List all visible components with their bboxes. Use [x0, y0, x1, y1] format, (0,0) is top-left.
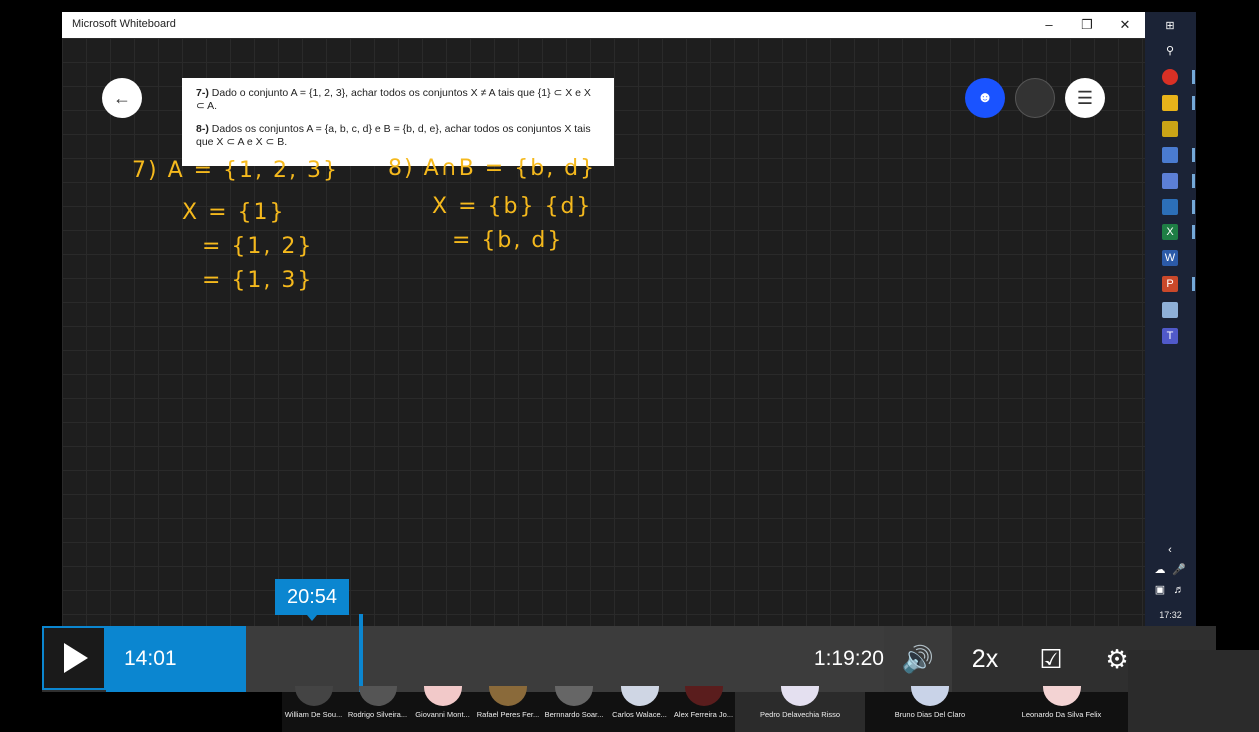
avatar — [620, 686, 659, 706]
handwriting-line: = {1, 3} — [202, 268, 314, 293]
chrome-icon[interactable] — [1162, 69, 1178, 85]
participant-tile[interactable]: Leonardo Da Silva Felix — [995, 686, 1128, 732]
participant-name: William De Sou... — [284, 710, 343, 719]
participant-tile[interactable]: William De Sou... — [282, 686, 345, 732]
problem-8-text: Dados os conjuntos A = {a, b, c, d} e B … — [196, 123, 591, 148]
participant-name: Pedro Delavechia Risso — [759, 710, 841, 719]
teams-icon[interactable]: T — [1162, 328, 1178, 344]
taskbar-clock[interactable]: 17:32 — [1145, 610, 1196, 620]
back-button[interactable]: ← — [102, 78, 142, 118]
avatar — [684, 686, 723, 706]
word-icon[interactable]: W — [1162, 250, 1178, 266]
chevron-left-icon[interactable]: ‹ — [1162, 542, 1178, 558]
handwriting-line: 7) A = {1, 2, 3} — [132, 158, 340, 183]
participant-tile[interactable]: Bruno Dias Del Claro — [865, 686, 995, 732]
network-icon[interactable]: ▣ — [1152, 582, 1168, 598]
problem-7-number: 7-) — [196, 87, 209, 99]
handwriting-line: 8) A∩B = {b, d} — [388, 156, 597, 181]
minimize-button[interactable]: – — [1030, 12, 1068, 38]
participant-name: Carlos Walace... — [612, 710, 667, 719]
cloud-icon[interactable]: ☁ — [1152, 562, 1168, 578]
avatar — [489, 686, 527, 706]
webcam-thumbnail — [1128, 650, 1259, 732]
arrow-left-icon: ← — [113, 88, 131, 108]
participant-tile[interactable]: Giovanni Mont... — [410, 686, 475, 732]
current-time: 14:01 — [106, 626, 246, 692]
play-button[interactable] — [42, 626, 106, 690]
cast-icon: ☑ — [1039, 644, 1063, 674]
problem-card[interactable]: 7-) Dado o conjunto A = {1, 2, 3}, achar… — [182, 78, 614, 166]
participant-name: Giovanni Mont... — [415, 710, 470, 719]
participant-tile[interactable]: Bernnardo Soar... — [541, 686, 607, 732]
document-icon[interactable] — [1162, 302, 1178, 318]
handwriting-line: = {b, d} — [452, 228, 564, 253]
taskbar: ⊞ ⚲ X W P T ‹ ☁ 🎤 ▣ ♬ 17:32 — [1145, 12, 1196, 630]
gear-icon: ⚙ — [1105, 644, 1129, 674]
avatar — [358, 686, 397, 706]
lock-icon[interactable] — [1162, 121, 1178, 137]
hamburger-icon: ☰ — [1076, 88, 1094, 108]
title-bar: Microsoft Whiteboard – ❐ ✕ — [62, 12, 1145, 38]
menu-button[interactable]: ☰ — [1065, 78, 1105, 118]
avatar — [781, 686, 819, 706]
avatar — [911, 686, 949, 706]
participant-name: Rafael Peres Fer... — [476, 710, 540, 719]
player-controls: 14:01 1:19:20 🔊 2x ☑ ⚙ ⤢ — [42, 614, 1216, 692]
seek-tooltip: 20:54 — [275, 579, 349, 621]
participant-tile[interactable]: Alex Ferreira Jo... — [672, 686, 735, 732]
speed-button[interactable]: 2x — [952, 626, 1018, 692]
progress-handle[interactable] — [359, 614, 363, 692]
handwriting-line: X = {1} — [182, 200, 286, 225]
cast-button[interactable]: ☑ — [1018, 626, 1084, 692]
participant-name: Bernnardo Soar... — [544, 710, 604, 719]
duration: 1:19:20 — [813, 647, 884, 670]
volume-button[interactable]: 🔊 — [884, 626, 952, 692]
problem-7-text: Dado o conjunto A = {1, 2, 3}, achar tod… — [196, 87, 591, 112]
powerpoint-icon[interactable]: P — [1162, 276, 1178, 292]
app-icon[interactable] — [1162, 173, 1178, 189]
speaker-icon: 🔊 — [901, 644, 935, 674]
microphone-icon[interactable]: 🎤 — [1171, 562, 1187, 578]
windows-start-icon[interactable]: ⊞ — [1162, 18, 1178, 34]
participant-tile[interactable]: Rafael Peres Fer... — [475, 686, 541, 732]
participant-tile[interactable]: Carlos Walace... — [607, 686, 672, 732]
remote-desktop-icon[interactable] — [1162, 147, 1178, 163]
whiteboard-canvas[interactable]: ← 7-) Dado o conjunto A = {1, 2, 3}, ach… — [62, 38, 1145, 632]
whiteboard-icon[interactable] — [1162, 199, 1178, 215]
search-icon[interactable]: ⚲ — [1162, 43, 1178, 59]
participant-name: Leonardo Da Silva Felix — [1021, 710, 1102, 719]
participant-name: Rodrigo Silveira... — [347, 710, 408, 719]
excel-icon[interactable]: X — [1162, 224, 1178, 240]
avatar[interactable] — [1015, 78, 1055, 118]
folder-icon[interactable] — [1162, 95, 1178, 111]
avatar — [423, 686, 462, 706]
participant-tile[interactable]: Rodrigo Silveira... — [345, 686, 410, 732]
window-title: Microsoft Whiteboard — [72, 18, 176, 30]
volume-icon[interactable]: ♬ — [1171, 582, 1187, 598]
participant-tile[interactable]: Pedro Delavechia Risso — [735, 686, 865, 732]
close-button[interactable]: ✕ — [1106, 12, 1144, 38]
avatar — [1042, 686, 1081, 706]
play-icon — [64, 643, 88, 673]
progress-bar[interactable] — [246, 614, 884, 692]
share-button[interactable]: ☻ — [965, 78, 1005, 118]
avatar — [294, 686, 333, 706]
handwriting-line: X = {b} {d} — [432, 194, 593, 219]
handwriting-line: = {1, 2} — [202, 234, 314, 259]
avatar — [555, 686, 593, 706]
whiteboard-window: Microsoft Whiteboard – ❐ ✕ ← 7-) Dado o … — [62, 12, 1145, 632]
person-add-icon: ☻ — [977, 89, 993, 106]
participant-name: Bruno Dias Del Claro — [894, 710, 966, 719]
problem-8-number: 8-) — [196, 123, 209, 135]
restore-button[interactable]: ❐ — [1068, 12, 1106, 38]
participants-strip: William De Sou... Rodrigo Silveira... Gi… — [282, 686, 1128, 732]
participant-name: Alex Ferreira Jo... — [673, 710, 734, 719]
